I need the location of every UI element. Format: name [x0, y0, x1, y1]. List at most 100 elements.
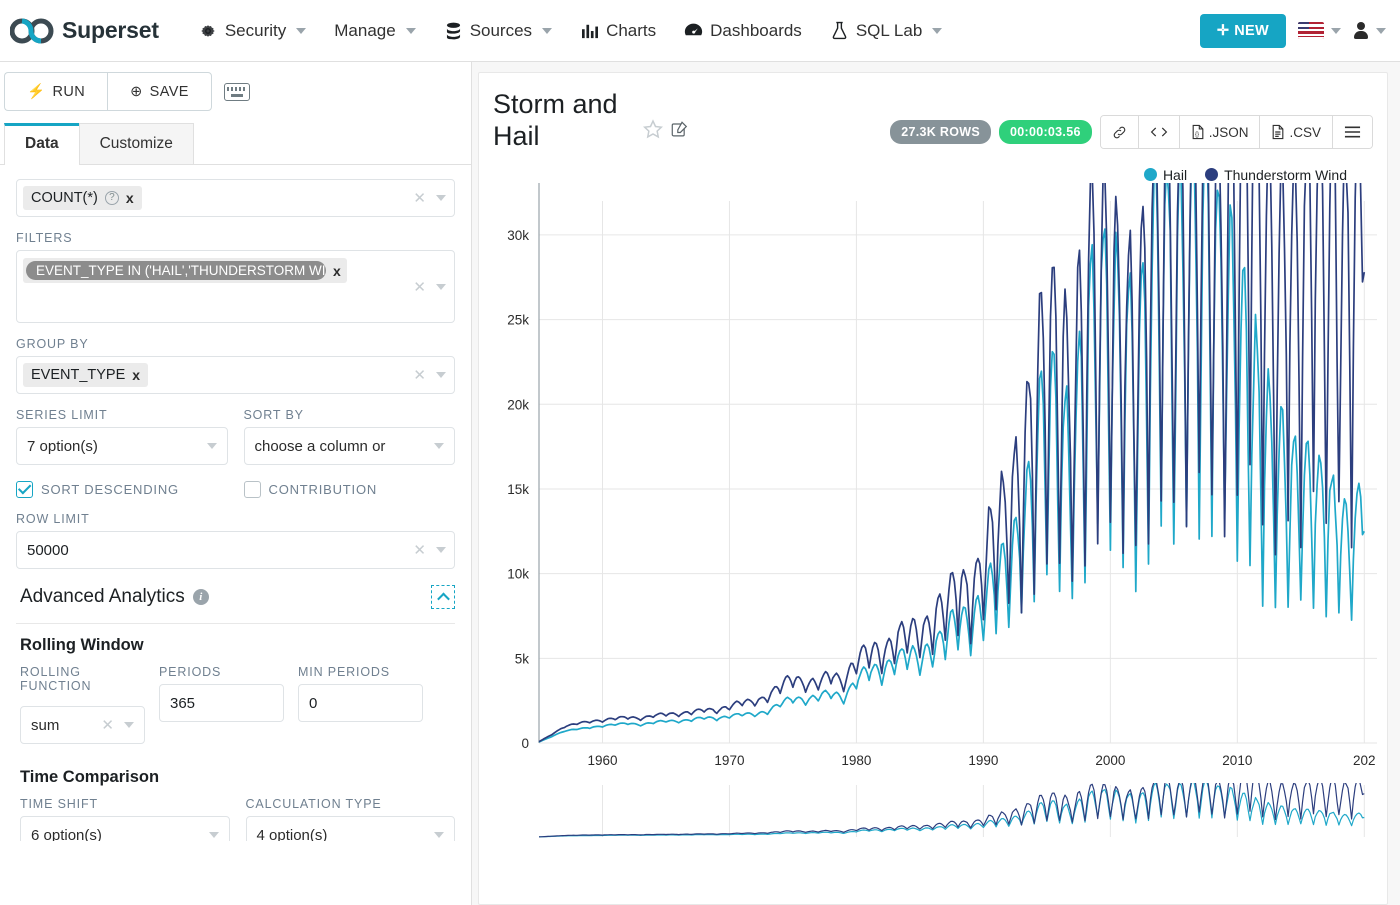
nav-item-manage[interactable]: Manage: [320, 13, 429, 49]
edit-icon[interactable]: [671, 121, 688, 138]
rows-badge: 27.3K ROWS: [890, 120, 991, 144]
rolling-function-label: ROLLING FUNCTION: [20, 665, 145, 701]
advanced-analytics-title: Advanced Analytics: [20, 586, 185, 608]
chevron-down-icon: [296, 28, 306, 34]
row-limit-select[interactable]: 50000 ✕: [16, 531, 455, 569]
chart-menu-button[interactable]: [1333, 116, 1372, 148]
chevron-down-icon[interactable]: [434, 832, 444, 838]
filters-select[interactable]: EVENT_TYPE IN ('HAIL','THUNDERSTORM WI x…: [16, 250, 455, 323]
chevron-down-icon: [542, 28, 552, 34]
svg-text:1970: 1970: [714, 753, 744, 768]
lightning-icon: ⚡: [27, 83, 45, 100]
question-icon[interactable]: ?: [105, 191, 119, 205]
contribution-checkbox[interactable]: CONTRIBUTION: [244, 481, 456, 498]
new-button[interactable]: ✛ NEW: [1200, 14, 1286, 48]
rolling-window-title: Rolling Window: [20, 636, 455, 655]
clear-icon[interactable]: ✕: [413, 278, 426, 296]
legend-color-swatch: [1205, 168, 1218, 181]
nav-item-sources[interactable]: Sources: [430, 13, 566, 49]
chevron-down-icon[interactable]: [436, 284, 446, 290]
panel-body: COUNT(*) ? x ✕ FILTERS EVENT_TYPE IN ('H…: [0, 165, 471, 841]
nav-item-dashboards[interactable]: Dashboards: [670, 13, 816, 49]
clear-icon[interactable]: ✕: [413, 541, 426, 559]
filter-pill[interactable]: EVENT_TYPE IN ('HAIL','THUNDERSTORM WI x: [23, 258, 347, 283]
sort-descending-label: SORT DESCENDING: [41, 482, 179, 497]
periods-label: PERIODS: [159, 665, 284, 679]
chevron-down-icon[interactable]: [436, 195, 446, 201]
title-icons: [643, 119, 688, 139]
export-csv-button[interactable]: .CSV: [1260, 116, 1333, 148]
sort-by-label: SORT BY: [244, 408, 456, 422]
chevron-down-icon[interactable]: [434, 443, 444, 449]
user-menu[interactable]: [1353, 21, 1386, 40]
close-icon[interactable]: x: [333, 263, 341, 279]
nav-item-charts[interactable]: Charts: [566, 13, 670, 49]
metric-pill[interactable]: COUNT(*) ? x: [23, 186, 142, 210]
legend-label: Hail: [1163, 167, 1187, 183]
close-icon[interactable]: x: [126, 190, 134, 206]
nav-item-label: SQL Lab: [856, 21, 922, 41]
keyboard-shortcuts-icon[interactable]: [224, 83, 250, 101]
periods-input[interactable]: 365: [159, 684, 284, 722]
select-actions: ✕: [413, 278, 446, 296]
calculation-type-select[interactable]: 4 option(s): [246, 816, 456, 841]
clear-icon[interactable]: ✕: [413, 366, 426, 384]
nav-item-label: Dashboards: [710, 21, 802, 41]
close-icon[interactable]: x: [132, 367, 140, 383]
chart-legend: Hail Thunderstorm Wind: [479, 153, 1387, 183]
export-json-button[interactable]: {} .JSON: [1180, 116, 1261, 148]
info-icon[interactable]: i: [193, 589, 209, 605]
time-shift-select[interactable]: 6 option(s): [20, 816, 230, 841]
tab-customize[interactable]: Customize: [79, 123, 194, 164]
min-periods-input[interactable]: 0: [298, 684, 423, 722]
nav-item-sql-lab[interactable]: SQL Lab: [816, 13, 956, 49]
group-by-control: GROUP BY EVENT_TYPE x ✕: [16, 337, 455, 394]
chevron-down-icon: [932, 28, 942, 34]
gear-icon: [199, 21, 218, 40]
chevron-down-icon[interactable]: [124, 722, 134, 728]
clear-icon[interactable]: ✕: [101, 716, 114, 734]
view-query-button[interactable]: [1139, 116, 1180, 148]
time-shift-control: TIME SHIFT 6 option(s): [20, 797, 230, 841]
rolling-window-row: ROLLING FUNCTION sum ✕ PERIODS 365 MIN P…: [16, 665, 455, 754]
rolling-function-select[interactable]: sum ✕: [20, 706, 145, 744]
chevron-down-icon[interactable]: [436, 372, 446, 378]
checkbox-checked-icon: [16, 481, 33, 498]
metric-select[interactable]: COUNT(*) ? x ✕: [16, 179, 455, 217]
legend-item-thunderstorm-wind[interactable]: Thunderstorm Wind: [1205, 167, 1347, 183]
sort-by-select[interactable]: choose a column or: [244, 427, 456, 465]
tab-data[interactable]: Data: [4, 123, 80, 165]
chart-brush[interactable]: [479, 783, 1388, 841]
chevron-down-icon[interactable]: [436, 547, 446, 553]
nav-item-security[interactable]: Security: [185, 13, 320, 49]
svg-text:20k: 20k: [507, 397, 529, 412]
chevron-down-icon[interactable]: [209, 832, 219, 838]
svg-text:202: 202: [1353, 753, 1376, 768]
collapse-advanced-analytics-button[interactable]: [431, 585, 455, 609]
navbar: Superset Security Manage Sources Charts: [0, 0, 1400, 62]
time-badge: 00:00:03.56: [999, 120, 1092, 144]
group-by-select[interactable]: EVENT_TYPE x ✕: [16, 356, 455, 394]
control-panel: ⚡ RUN ⊕ SAVE Data Customize COUNT(*): [0, 62, 472, 905]
chart-plot[interactable]: 05k10k15k20k25k30k1960197019801990200020…: [479, 183, 1388, 783]
run-button[interactable]: ⚡ RUN: [4, 72, 107, 111]
share-link-button[interactable]: [1101, 116, 1139, 148]
series-limit-select[interactable]: 7 option(s): [16, 427, 228, 465]
clear-icon[interactable]: ✕: [413, 189, 426, 207]
save-button-label: SAVE: [150, 84, 189, 100]
star-icon[interactable]: [643, 119, 663, 139]
nav-item-label: Manage: [334, 21, 395, 41]
legend-item-hail[interactable]: Hail: [1144, 167, 1187, 183]
brand-logo-group[interactable]: Superset: [10, 17, 159, 44]
sort-descending-checkbox[interactable]: SORT DESCENDING: [16, 481, 228, 498]
save-button[interactable]: ⊕ SAVE: [107, 72, 212, 111]
svg-text:0: 0: [521, 736, 529, 751]
chart-header-actions: 27.3K ROWS 00:00:03.56: [890, 89, 1373, 149]
svg-text:{}: {}: [1195, 131, 1199, 138]
group-by-pill[interactable]: EVENT_TYPE x: [23, 363, 148, 387]
export-json-label: .JSON: [1209, 125, 1249, 140]
language-picker[interactable]: [1298, 22, 1341, 39]
svg-text:1960: 1960: [587, 753, 617, 768]
chevron-down-icon[interactable]: [207, 443, 217, 449]
run-save-group: ⚡ RUN ⊕ SAVE: [4, 72, 212, 111]
